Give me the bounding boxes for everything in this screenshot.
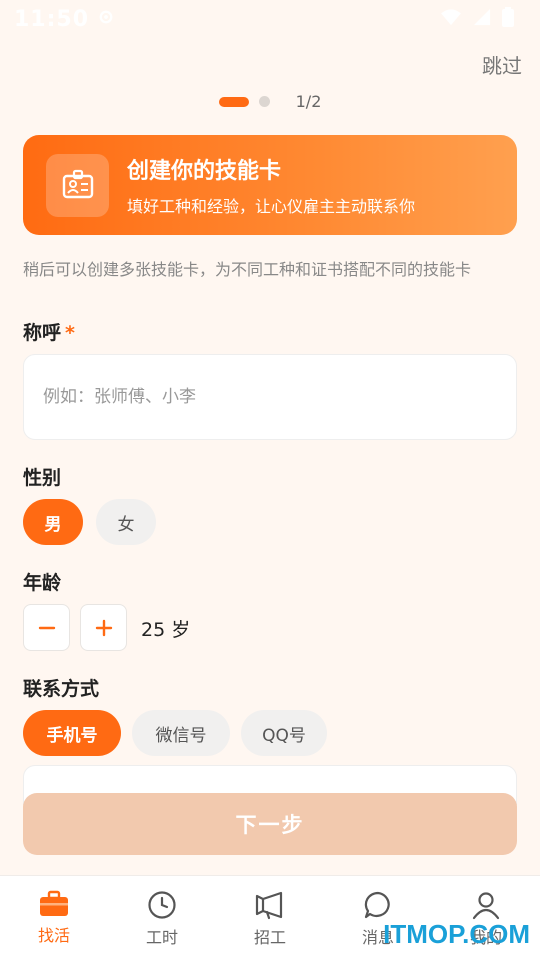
progress-dot [258,96,270,107]
status-left: 11:50 [14,7,115,32]
nav-label: 工时 [145,928,178,947]
nav-label: 招工 [253,928,286,947]
signal-icon [472,8,492,30]
nav-item-find-work[interactable]: 找活 [0,876,108,960]
next-step-button[interactable]: 下一步 [23,793,517,855]
skill-card-banner: 创建你的技能卡 填好工种和经验，让心仪雇主主动联系你 [23,135,517,235]
progress-dot-active [218,96,249,107]
gender-option-male[interactable]: 男 [23,499,83,545]
name-input[interactable] [43,387,503,407]
status-time: 11:50 [14,6,90,32]
contact-label: 联系方式 [23,678,100,700]
megaphone-icon [255,891,283,920]
name-label-text: 称呼 [23,322,62,344]
banner-title: 创建你的技能卡 [127,159,282,184]
gender-label: 性别 [23,467,62,489]
name-input-box[interactable] [23,354,517,440]
briefcase-icon [40,890,68,916]
skip-button[interactable]: 跳过 [482,50,522,79]
user-icon [472,892,500,920]
name-label: 称呼 * [23,318,75,345]
gender-option-female[interactable]: 女 [96,499,156,545]
status-bar: 11:50 [0,0,540,38]
nav-label: 找活 [37,926,70,945]
age-increase-button[interactable] [80,604,127,651]
battery-icon [502,7,514,31]
banner-subtitle: 填好工种和经验，让心仪雇主主动联系你 [127,197,416,216]
minus-icon [38,626,55,629]
contact-option-qq[interactable]: QQ号 [241,710,327,756]
chat-icon [364,891,390,919]
nav-item-work-hours[interactable]: 工时 [108,876,216,960]
id-card-icon [46,153,109,217]
watermark-text: ITMOP.COM [383,919,530,949]
settings-icon [97,8,115,31]
step-progress: 1/2 [0,92,540,111]
progress-text: 1/2 [295,92,322,111]
required-mark: * [65,322,75,344]
contact-option-phone[interactable]: 手机号 [23,710,121,756]
plus-icon [95,619,112,636]
age-value: 25 岁 [141,619,191,641]
contact-option-wechat[interactable]: 微信号 [132,710,230,756]
age-label: 年龄 [23,572,62,594]
nav-item-recruit[interactable]: 招工 [216,876,324,960]
wifi-icon [440,8,462,30]
status-right [440,7,514,31]
clock-icon [148,891,176,919]
hint-text: 稍后可以创建多张技能卡，为不同工种和证书搭配不同的技能卡 [23,260,472,279]
banner-texts: 创建你的技能卡 填好工种和经验，让心仪雇主主动联系你 [127,153,415,217]
age-decrease-button[interactable] [23,604,70,651]
